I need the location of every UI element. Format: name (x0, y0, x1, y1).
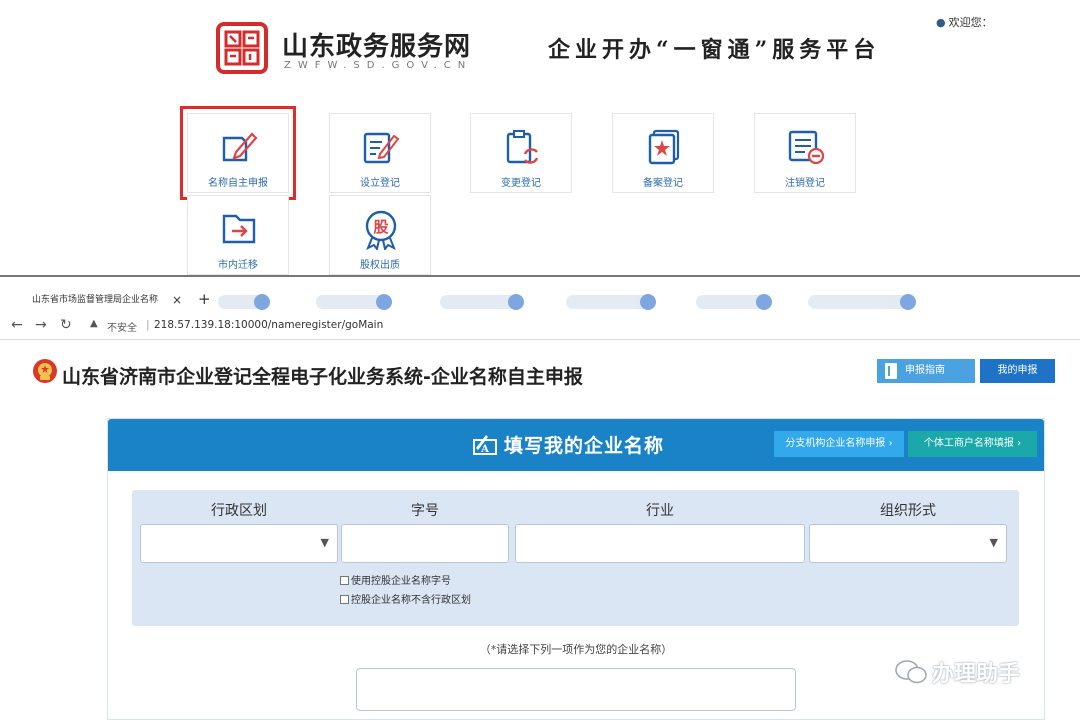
tile-label: 注销登记 (785, 178, 825, 189)
write-name-icon: A (473, 435, 497, 455)
watermark-text: 办理助手 (932, 662, 1021, 687)
name-declare-icon (222, 132, 258, 162)
card-title: 填写我的企业名称 (504, 435, 665, 457)
branch-name-label: 分支机构企业名称申报 (785, 438, 886, 449)
blurred-step (696, 294, 772, 310)
industry-input[interactable] (515, 524, 805, 563)
tile-migrate[interactable]: 市内迁移 (187, 195, 289, 275)
close-tab-icon[interactable]: × (172, 289, 184, 311)
org-form-select[interactable]: ▼ (809, 524, 1007, 563)
user-icon: ● (936, 16, 946, 29)
guide-button-label: 申报指南 (905, 365, 945, 376)
org-form-label: 组织形式 (880, 503, 936, 519)
reload-icon[interactable]: ↻ (60, 317, 72, 333)
tile-label: 股权出质 (360, 260, 400, 271)
new-tab-icon[interactable]: + (198, 289, 211, 309)
blurred-step (566, 294, 656, 310)
individual-business-label: 个体工商户名称填报 (923, 438, 1014, 449)
dropdown-caret-icon: ▼ (989, 536, 998, 549)
parent-no-region-checkbox[interactable]: 控股企业名称不含行政区划 (340, 591, 471, 606)
equity-pledge-icon: 股 (365, 210, 397, 250)
url-field[interactable]: 218.57.139.18:10000/nameregister/goMain (154, 319, 383, 331)
book-icon (885, 363, 897, 379)
platform-title: 企业开办“一窗通”服务平台 (548, 37, 881, 63)
tile-equity-pledge[interactable]: 股 股权出质 (329, 195, 431, 275)
tile-label: 设立登记 (360, 178, 400, 189)
my-declaration-button[interactable]: 我的申报 (980, 359, 1055, 383)
checkbox-box[interactable] (340, 576, 349, 585)
chevron-right-icon: › (888, 438, 893, 449)
system-title: 山东省济南市企业登记全程电子化业务系统-企业名称自主申报 (62, 366, 583, 388)
tile-label: 市内迁移 (218, 260, 258, 271)
tile-filing[interactable]: 备案登记 (612, 113, 714, 193)
tile-cancel[interactable]: 注销登记 (754, 113, 856, 193)
seal-logo-icon (216, 22, 268, 74)
branch-name-button[interactable]: 分支机构企业名称申报 › (774, 431, 904, 457)
trade-name-input[interactable] (341, 524, 509, 563)
chevron-right-icon: › (1017, 438, 1022, 449)
watermark: 办理助手 (894, 656, 1020, 688)
filing-icon (648, 129, 680, 165)
site-url: ZWFW.SD.GOV.CN (284, 60, 473, 71)
name-result-input[interactable] (356, 668, 796, 711)
tile-establish[interactable]: 设立登记 (329, 113, 431, 193)
address-bar: ← → ↻ ▲ 不安全 | 218.57.139.18:10000/namere… (0, 313, 1080, 339)
tile-change[interactable]: 变更登记 (470, 113, 572, 193)
tile-name-declare[interactable]: 名称自主申报 (180, 106, 296, 200)
address-separator: | (146, 318, 150, 331)
browser-tab-bar: 山东省市场监督管理局企业名称 × + (0, 277, 1080, 313)
blurred-step (808, 294, 916, 310)
industry-label: 行业 (646, 503, 674, 519)
blurred-step (316, 294, 392, 310)
guide-button[interactable]: 申报指南 (877, 359, 975, 383)
welcome-text: ● 欢迎您： (936, 14, 993, 30)
site-name: 山东政务服务网 (282, 32, 472, 62)
tile-label: 备案登记 (643, 178, 683, 189)
insecure-label: 不安全 (107, 323, 137, 334)
blurred-step (440, 294, 524, 310)
portal-panel: 山东政务服务网 ZWFW.SD.GOV.CN 企业开办“一窗通”服务平台 ● 欢迎… (0, 0, 1080, 276)
forward-icon[interactable]: → (35, 317, 47, 333)
warning-icon: ▲ (90, 318, 98, 329)
card-header: A 填写我的企业名称 分支机构企业名称申报 › 个体工商户名称填报 › (108, 419, 1044, 471)
individual-business-button[interactable]: 个体工商户名称填报 › (908, 431, 1037, 457)
checkbox-label: 控股企业名称不含行政区划 (351, 595, 471, 606)
checkbox-label: 使用控股企业名称字号 (351, 576, 451, 587)
welcome-label: 欢迎您： (948, 16, 993, 29)
tile-label: 名称自主申报 (208, 178, 268, 189)
national-emblem-icon (33, 359, 57, 383)
dropdown-caret-icon: ▼ (320, 536, 329, 549)
change-icon (506, 130, 539, 164)
tile-label: 变更登记 (501, 178, 541, 189)
region-label: 行政区划 (211, 503, 267, 519)
wechat-icon (895, 660, 927, 684)
svg-text:股: 股 (373, 218, 389, 236)
migrate-icon (222, 214, 256, 244)
name-fields-panel: 行政区划 字号 行业 组织形式 ▼ ▼ 使用控股企业名称字号 控股企业名称不含行… (132, 490, 1019, 626)
checkbox-box[interactable] (340, 595, 349, 604)
region-select[interactable]: ▼ (140, 524, 338, 563)
cancel-icon (788, 130, 825, 165)
establish-icon (363, 132, 400, 164)
trade-name-label: 字号 (411, 503, 439, 519)
addressbar-divider (0, 339, 1080, 340)
choose-name-hint: （*请选择下列一项作为您的企业名称） (479, 643, 673, 656)
svg-text:A: A (480, 444, 489, 455)
browser-tab[interactable]: 山东省市场监督管理局企业名称 (20, 289, 188, 311)
back-icon[interactable]: ← (11, 317, 23, 333)
blurred-step (218, 294, 270, 310)
use-parent-name-checkbox[interactable]: 使用控股企业名称字号 (340, 572, 451, 587)
